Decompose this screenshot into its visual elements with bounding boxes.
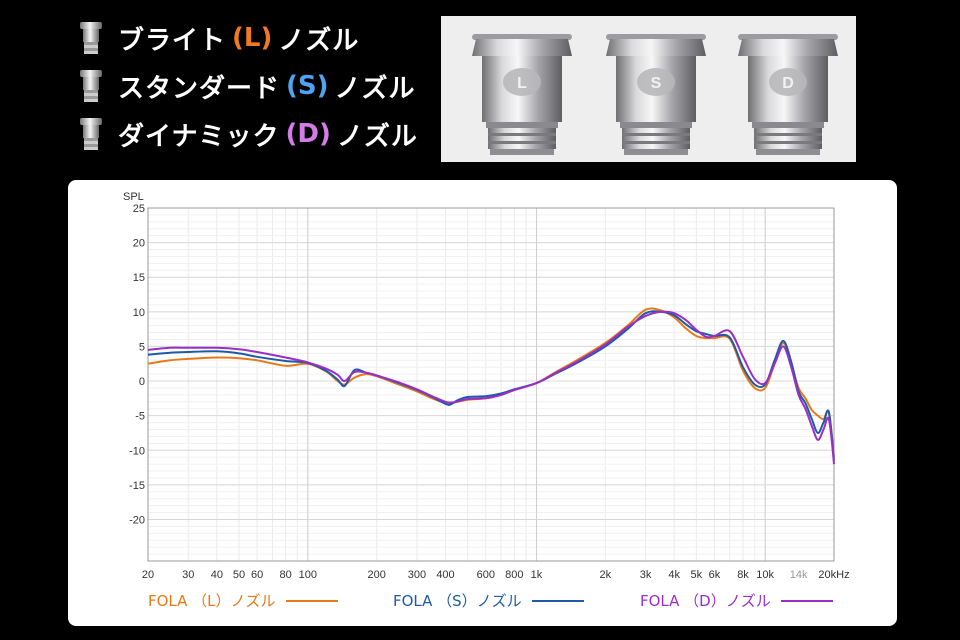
legend-label-d: FOLA （D）ノズル [640,592,771,610]
y-tick-label: -15 [129,480,145,492]
nozzle-icon [80,70,102,102]
x-tick-label: 6k [709,569,721,581]
y-axis-label: SPL [123,191,144,203]
nozzle-code-s: (S) [286,71,329,101]
x-tick-label: 300 [408,569,426,581]
nozzle-code-d: (D) [285,119,331,149]
nozzle-name-suffix: ノズル [336,121,418,152]
nozzle-row-bright: ブライト (L) ノズル [78,14,418,62]
x-tick-label: 800 [505,569,523,581]
legend-swatch-d [780,599,833,602]
nozzle-d-image: D [738,34,838,155]
nozzle-legend-list: ブライト (L) ノズル スタンダード (S) ノズル ダイナミック (D) ノ… [78,14,418,158]
nozzle-icon [80,118,102,150]
nozzle-icon [80,22,102,54]
y-tick-label: 0 [139,376,145,388]
y-tick-label: -20 [129,514,145,526]
y-tick-label: 10 [133,307,145,319]
y-tick-label: -5 [135,411,145,423]
x-tick-label: 20 [142,569,154,581]
nozzle-row-dynamic: ダイナミック (D) ノズル [78,110,418,158]
x-tick-label: 100 [299,569,317,581]
x-tick-label: 200 [367,569,385,581]
legend-item-d: FOLA （D）ノズル [640,590,833,611]
y-tick-label: 5 [139,341,145,353]
nozzle-l-letter: L [517,75,527,92]
nozzle-row-standard: スタンダード (S) ノズル [78,62,418,110]
legend-item-l: FOLA （L）ノズル [148,590,338,611]
x-tick-label: 5k [691,569,703,581]
nozzle-l-image: L [472,34,572,155]
frequency-response-card: 25 20 15 10 5 0 -5 -10 -15 -20 20 30 40 50 60 80 100 200… [68,180,897,626]
x-tick-label: 4k [668,569,680,581]
x-tick-label: 40 [211,569,223,581]
x-tick-label: 60 [251,569,263,581]
legend-label-s: FOLA （S）ノズル [393,592,522,610]
legend-label-l: FOLA （L）ノズル [148,592,276,610]
nozzle-name-suffix: ノズル [278,25,360,56]
x-tick-label: 3k [640,569,652,581]
nozzle-name-prefix: スタンダード [118,73,281,104]
x-tick-label: 30 [182,569,194,581]
x-tick-label: 10k [756,569,774,581]
nozzle-s-image: S [606,34,706,155]
nozzle-name-prefix: ブライト [118,25,227,56]
x-tick-label: 80 [280,569,292,581]
x-tick-label: 2k [600,569,612,581]
legend-swatch-l [285,599,338,602]
x-tick-label: 14k [790,569,808,581]
y-tick-label: 25 [133,203,145,215]
x-tick-label: 400 [436,569,454,581]
x-tick-label: 1k [531,569,543,581]
y-tick-label: 15 [133,272,145,284]
x-tick-label: 20kHz [818,569,849,581]
nozzle-code-l: (L) [232,23,273,53]
frequency-response-chart: 2520151050-5-10-15-20 20 30 40 50 60 80 100 200… [123,191,850,581]
nozzle-photo: L S D [472,34,838,155]
legend-swatch-s [531,599,584,602]
series-line-l [147,307,835,458]
y-tick-label: -10 [129,445,145,457]
x-tick-label: 600 [477,569,495,581]
plot-frame [147,207,835,562]
nozzle-s-letter: S [651,75,662,92]
nozzle-photo-panel: L S D [441,16,856,162]
nozzle-name-prefix: ダイナミック [118,121,280,152]
nozzle-name-suffix: ノズル [334,73,416,104]
x-tick-label: 50 [233,569,245,581]
y-tick-label: 20 [133,238,145,250]
x-tick-label: 8k [737,569,749,581]
nozzle-d-letter: D [782,75,794,92]
legend-item-s: FOLA （S）ノズル [393,590,584,611]
